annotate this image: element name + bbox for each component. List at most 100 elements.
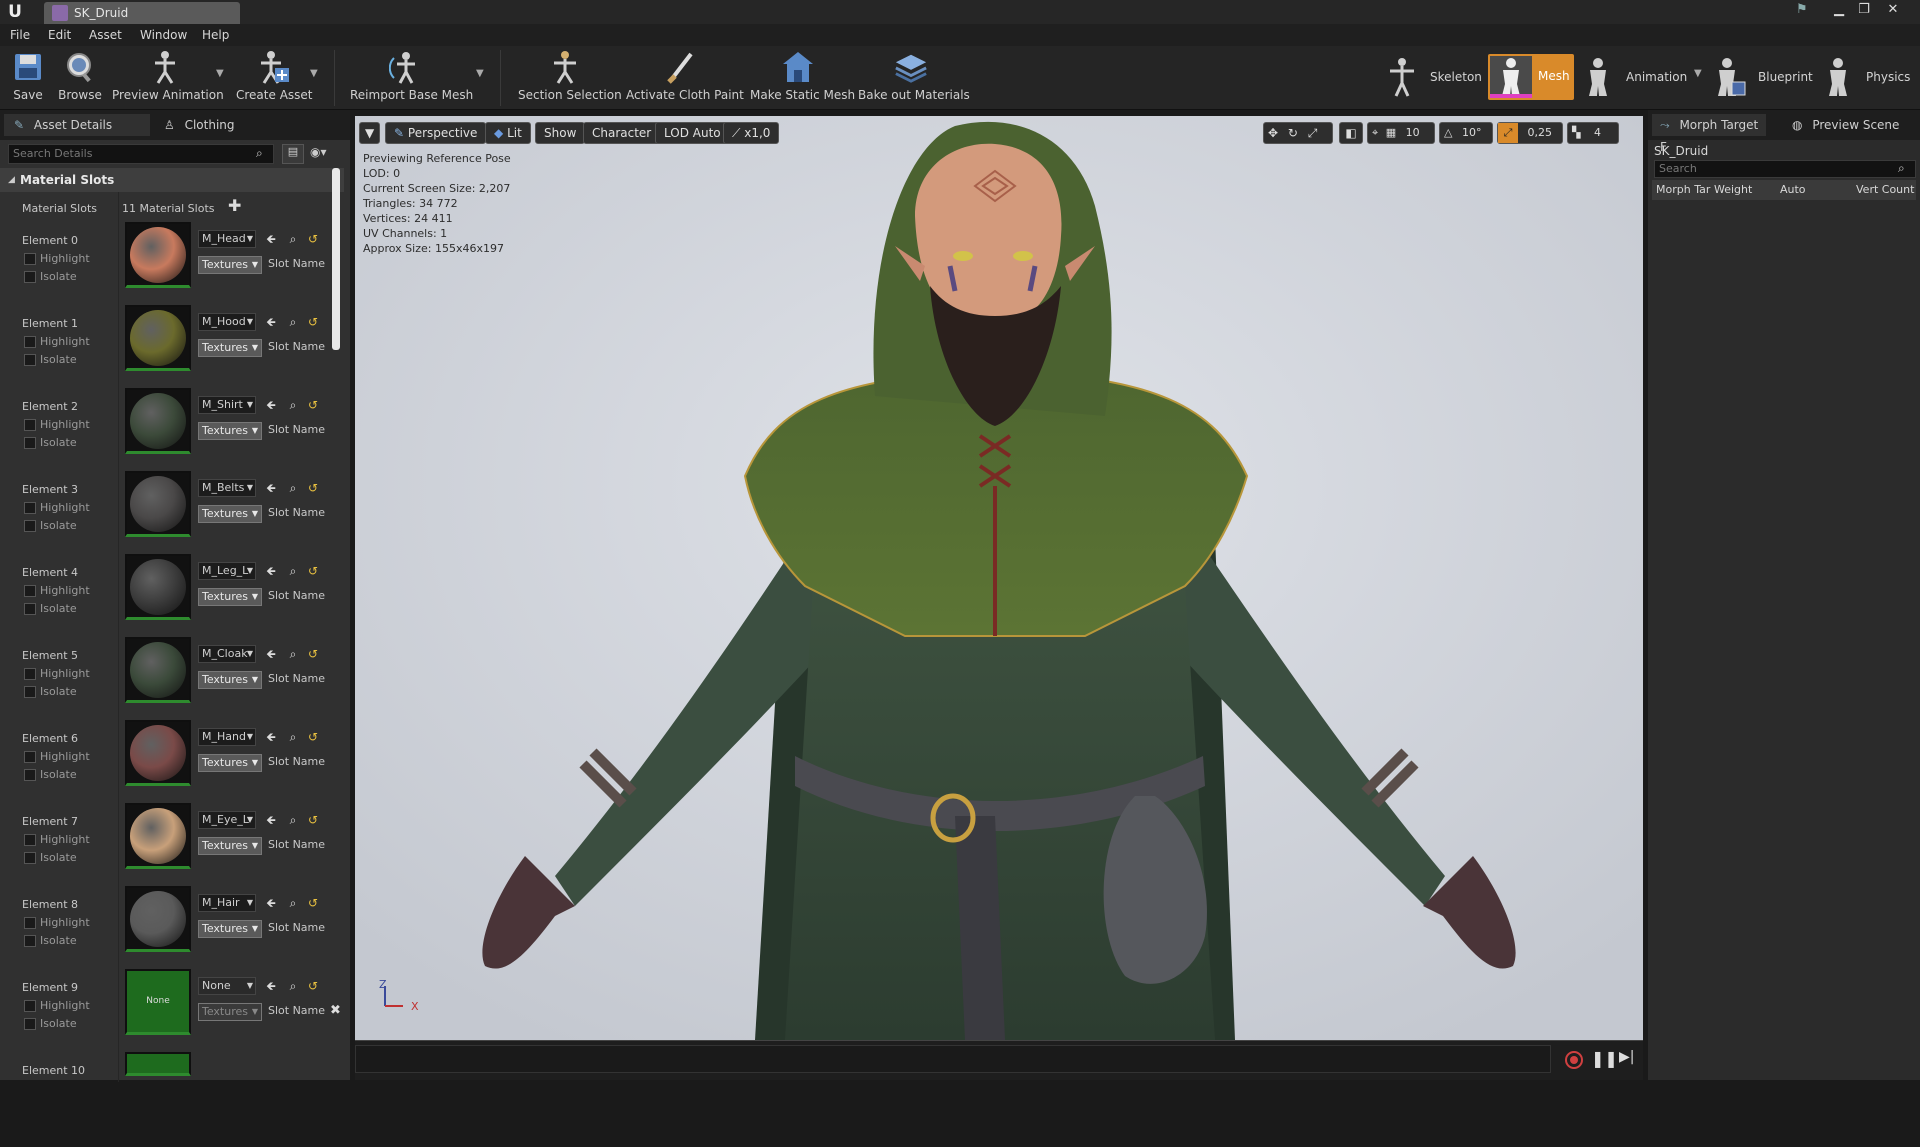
scale-icon[interactable]: ⤢ xyxy=(1308,126,1318,140)
camera-speed-control[interactable]: ▚ 4 xyxy=(1567,122,1619,144)
material-slots-header[interactable]: ◢ Material Slots xyxy=(0,168,344,192)
section-selection-button[interactable]: Section Selection xyxy=(518,50,622,108)
material-thumbnail[interactable] xyxy=(125,471,191,537)
isolate-checkbox[interactable] xyxy=(24,686,36,698)
material-picker[interactable]: M_Hood ▼ xyxy=(198,313,256,331)
column-weight[interactable]: Weight xyxy=(1714,180,1752,200)
notification-icon[interactable]: ⚑ xyxy=(1796,2,1812,18)
browse-button[interactable]: Browse xyxy=(56,50,104,108)
mode-blueprint[interactable]: Blueprint xyxy=(1710,54,1813,100)
use-selected-asset-icon[interactable]: 🡸 xyxy=(264,647,278,661)
pause-icon[interactable]: ❚❚ xyxy=(1591,1049,1618,1069)
preview-animation-dropdown-icon[interactable]: ▼ xyxy=(216,68,224,79)
close-icon[interactable]: ✕ xyxy=(1882,1,1904,19)
highlight-checkbox[interactable] xyxy=(24,668,36,680)
use-selected-asset-icon[interactable]: 🡸 xyxy=(264,730,278,744)
browse-asset-icon[interactable]: ⌕ xyxy=(286,647,300,661)
make-static-mesh-button[interactable]: Make Static Mesh xyxy=(750,50,855,108)
use-selected-asset-icon[interactable]: 🡸 xyxy=(264,232,278,246)
perspective-button[interactable]: ✎ Perspective xyxy=(385,122,487,144)
isolate-checkbox[interactable] xyxy=(24,520,36,532)
material-picker[interactable]: M_Leg_L ▼ xyxy=(198,562,256,580)
reimport-dropdown-icon[interactable]: ▼ xyxy=(476,68,484,79)
bake-out-materials-button[interactable]: Bake out Materials xyxy=(858,50,970,108)
isolate-checkbox[interactable] xyxy=(24,354,36,366)
character-button[interactable]: Character xyxy=(583,122,661,144)
material-thumbnail[interactable] xyxy=(125,554,191,620)
material-picker[interactable]: M_Head ▼ xyxy=(198,230,256,248)
isolate-checkbox[interactable] xyxy=(24,271,36,283)
column-auto[interactable]: Auto xyxy=(1780,180,1806,200)
textures-dropdown[interactable]: Textures ▼ xyxy=(198,837,262,855)
isolate-checkbox[interactable] xyxy=(24,935,36,947)
textures-dropdown[interactable]: Textures ▼ xyxy=(198,671,262,689)
use-selected-asset-icon[interactable]: 🡸 xyxy=(264,481,278,495)
menu-asset[interactable]: Asset xyxy=(89,24,122,46)
material-thumbnail[interactable] xyxy=(125,222,191,288)
tab-clothing[interactable]: ♙ Clothing xyxy=(160,114,235,136)
scale-snap-control[interactable]: ⤢ 0,25 xyxy=(1497,122,1563,144)
minimize-icon[interactable]: ▁ xyxy=(1828,1,1850,19)
material-picker[interactable]: M_Hand ▼ xyxy=(198,728,256,746)
create-asset-dropdown-icon[interactable]: ▼ xyxy=(310,68,318,79)
textures-dropdown[interactable]: Textures ▼ xyxy=(198,256,262,274)
material-picker[interactable]: M_Hair ▼ xyxy=(198,894,256,912)
textures-dropdown[interactable]: Textures ▼ xyxy=(198,588,262,606)
record-icon[interactable] xyxy=(1565,1051,1583,1069)
tab-preview-scene[interactable]: ◍ Preview Scene xyxy=(1788,114,1899,136)
world-local-icon[interactable]: ◧ xyxy=(1339,122,1363,144)
material-picker[interactable]: M_Cloak ▼ xyxy=(198,645,256,663)
menu-file[interactable]: File xyxy=(10,24,30,46)
highlight-checkbox[interactable] xyxy=(24,253,36,265)
save-button[interactable]: Save xyxy=(10,50,46,108)
material-thumbnail[interactable] xyxy=(125,720,191,786)
lit-button[interactable]: ◆ Lit xyxy=(485,122,531,144)
browse-asset-icon[interactable]: ⌕ xyxy=(286,896,300,910)
material-picker[interactable]: None ▼ xyxy=(198,977,256,995)
lod-button[interactable]: LOD Auto xyxy=(655,122,730,144)
highlight-checkbox[interactable] xyxy=(24,502,36,514)
reset-to-default-icon[interactable]: ↺ xyxy=(306,813,320,827)
mode-animation[interactable]: Animation xyxy=(1578,54,1687,100)
textures-dropdown[interactable]: Textures ▼ xyxy=(198,920,262,938)
material-picker[interactable]: M_Shirt ▼ xyxy=(198,396,256,414)
animation-mode-dropdown-icon[interactable]: ▼ xyxy=(1694,68,1702,79)
use-selected-asset-icon[interactable]: 🡸 xyxy=(264,896,278,910)
material-picker[interactable]: M_Eye_L ▼ xyxy=(198,811,256,829)
isolate-checkbox[interactable] xyxy=(24,769,36,781)
create-asset-button[interactable]: Create Asset xyxy=(236,50,313,108)
textures-dropdown[interactable]: Textures ▼ xyxy=(198,505,262,523)
menu-edit[interactable]: Edit xyxy=(48,24,71,46)
mode-skeleton[interactable]: Skeleton xyxy=(1382,54,1482,100)
textures-dropdown[interactable]: Textures ▼ xyxy=(198,754,262,772)
reset-to-default-icon[interactable]: ↺ xyxy=(306,232,320,246)
mode-mesh[interactable]: Mesh xyxy=(1488,54,1574,100)
preview-viewport[interactable]: ▼ ✎ Perspective ◆ Lit Show Character LOD… xyxy=(355,116,1643,1040)
browse-asset-icon[interactable]: ⌕ xyxy=(286,813,300,827)
material-thumbnail[interactable] xyxy=(125,886,191,952)
menu-help[interactable]: Help xyxy=(202,24,229,46)
reset-to-default-icon[interactable]: ↺ xyxy=(306,896,320,910)
maximize-icon[interactable]: ❐ xyxy=(1853,1,1875,19)
use-selected-asset-icon[interactable]: 🡸 xyxy=(264,564,278,578)
reimport-base-mesh-button[interactable]: Reimport Base Mesh xyxy=(350,50,473,108)
reset-to-default-icon[interactable]: ↺ xyxy=(306,564,320,578)
browse-asset-icon[interactable]: ⌕ xyxy=(286,315,300,329)
isolate-checkbox[interactable] xyxy=(24,603,36,615)
reset-to-default-icon[interactable]: ↺ xyxy=(306,647,320,661)
highlight-checkbox[interactable] xyxy=(24,336,36,348)
timeline-scrubber[interactable] xyxy=(355,1045,1551,1073)
material-thumbnail[interactable]: None xyxy=(125,969,191,1035)
material-thumbnail[interactable] xyxy=(125,803,191,869)
isolate-checkbox[interactable] xyxy=(24,1018,36,1030)
material-thumbnail[interactable] xyxy=(125,388,191,454)
highlight-checkbox[interactable] xyxy=(24,585,36,597)
add-material-slot-icon[interactable]: ✚ xyxy=(228,196,241,215)
step-forward-icon[interactable]: ▶| xyxy=(1619,1049,1637,1069)
activate-cloth-paint-button[interactable]: Activate Cloth Paint xyxy=(626,50,744,108)
highlight-checkbox[interactable] xyxy=(24,419,36,431)
isolate-checkbox[interactable] xyxy=(24,437,36,449)
highlight-checkbox[interactable] xyxy=(24,1000,36,1012)
reset-to-default-icon[interactable]: ↺ xyxy=(306,481,320,495)
browse-asset-icon[interactable]: ⌕ xyxy=(286,481,300,495)
